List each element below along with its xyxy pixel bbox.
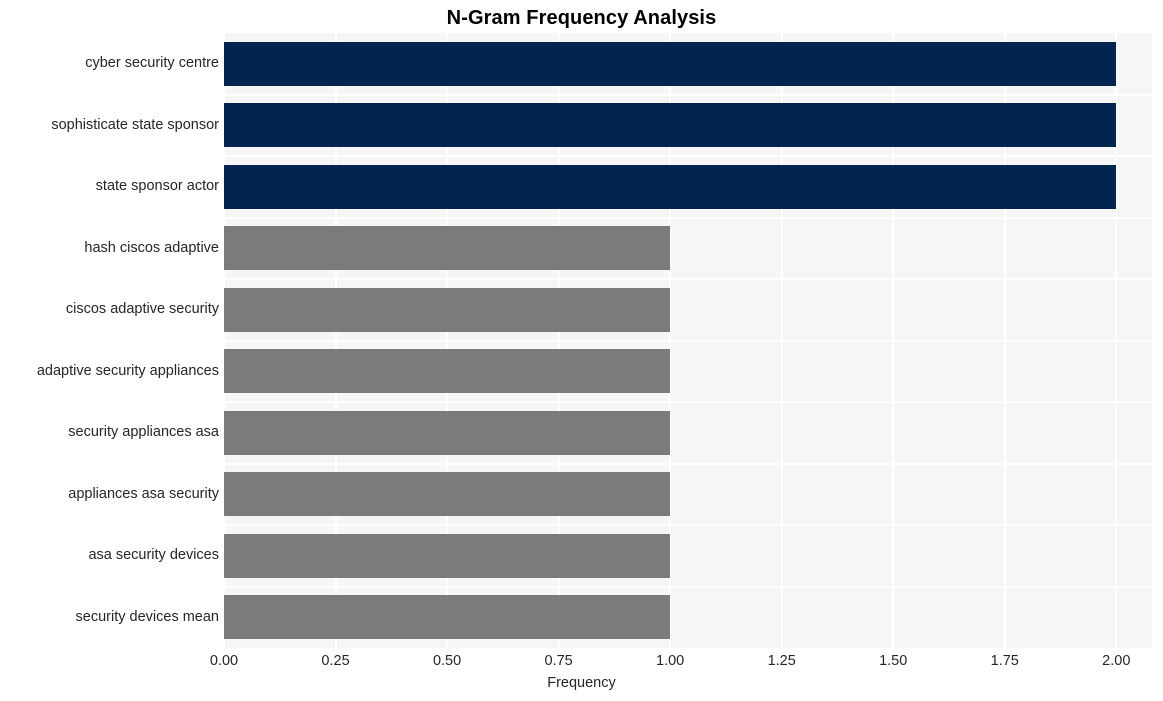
x-axis-tick-label: 1.25 [767,653,796,669]
gridline-horizontal [224,93,1152,96]
y-axis-tick-label: state sponsor actor [95,178,219,195]
chart-figure: N-Gram Frequency Analysis cyber security… [0,0,1163,701]
x-axis-tick-label: 0.75 [544,653,573,669]
bar [224,410,671,455]
gridline-horizontal [224,401,1152,403]
y-axis-tick-label: security devices mean [75,608,219,625]
gridline-horizontal [224,278,1152,280]
chart-title: N-Gram Frequency Analysis [446,7,717,29]
bar [224,533,671,578]
bar [224,472,671,517]
bar [224,164,1117,209]
plot-area [224,33,1152,648]
y-axis-tick-label: cyber security centre [85,55,219,72]
x-axis-label: Frequency [547,675,616,691]
y-axis-tick-label: adaptive security appliances [36,362,219,379]
x-axis-tick-label: 1.00 [656,653,685,669]
x-axis-tick-label: 1.75 [990,653,1019,669]
x-axis-tick-label: 2.00 [1102,653,1131,669]
y-axis-tick-label: asa security devices [88,547,219,564]
bar [224,41,1117,86]
x-axis-tick-label: 1.50 [879,653,908,669]
gridline-horizontal [224,155,1152,157]
bar [224,349,671,394]
bar [224,287,671,332]
y-axis-tick-label: ciscos adaptive security [65,301,219,318]
y-axis-tick-label: hash ciscos adaptive [84,239,219,256]
bar [224,595,671,640]
x-axis-tick-label: 0.50 [432,653,462,669]
y-axis-tick-label: sophisticate state sponsor [51,116,219,133]
gridline-horizontal [224,216,1152,219]
gridline-horizontal [224,585,1152,588]
gridline-horizontal [224,524,1152,526]
y-axis-tick-label: appliances asa security [68,485,219,502]
bar [224,103,1117,148]
gridline-horizontal [224,339,1152,342]
bar [224,226,671,271]
x-axis-tick-label: 0.00 [209,653,239,669]
y-axis-tick-label: security appliances asa [68,424,219,441]
gridline-horizontal [224,462,1152,465]
x-axis-tick-label: 0.25 [321,653,350,669]
